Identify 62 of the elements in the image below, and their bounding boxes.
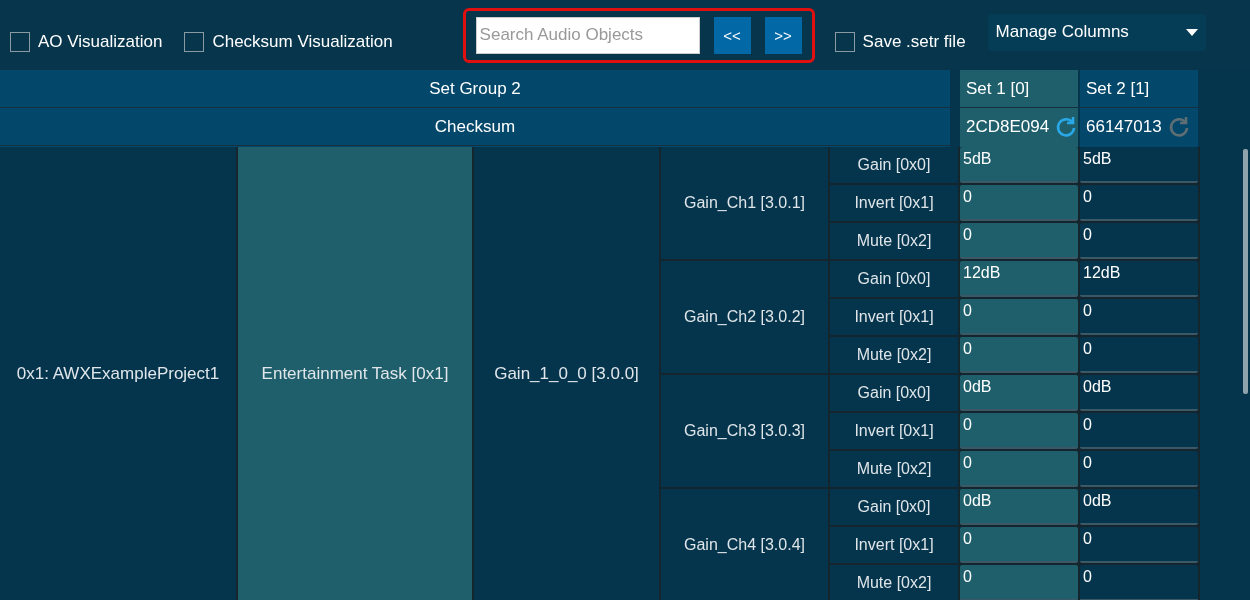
set-name: Set 2 [1] [1086, 78, 1150, 99]
parameter-cell: Gain [0x0] [830, 147, 958, 183]
parameter-cell: Gain [0x0] [830, 489, 958, 525]
set-name: Set 1 [0] [966, 78, 1030, 99]
value-field[interactable]: 0 [1080, 223, 1198, 259]
value-field[interactable]: 0 [1080, 451, 1198, 487]
value-field[interactable]: 0 [960, 527, 1078, 563]
search-field[interactable]: Search Audio Objects [475, 16, 700, 54]
dropdown-caret-icon [1185, 28, 1198, 36]
value-field[interactable]: 0 [1080, 337, 1198, 373]
parameter-cell: Mute [0x2] [830, 337, 958, 373]
parameter-cell: Invert [0x1] [830, 527, 958, 563]
set-column-header[interactable]: Set 1 [0] 2CD8E094 [960, 70, 1078, 147]
checksum-value: 2CD8E094 [966, 117, 1050, 137]
checksum-value: 66147013 [1086, 117, 1162, 137]
value-field[interactable]: 12dB [1080, 261, 1198, 297]
value-field[interactable]: 0 [1080, 565, 1198, 600]
parameter-cell: Mute [0x2] [830, 223, 958, 259]
value-field[interactable]: 0 [1080, 527, 1198, 563]
nav-button[interactable]: >> [764, 16, 802, 54]
checkbox[interactable] [10, 32, 30, 52]
value-field[interactable]: 0dB [960, 375, 1078, 411]
parameter-cell: Invert [0x1] [830, 185, 958, 221]
project-cell: 0x1: AWXExampleProject1 [0, 147, 236, 600]
manage-columns-dropdown[interactable]: Manage Columns [987, 13, 1206, 51]
module-cell: Gain_1_0_0 [3.0.0] [474, 147, 659, 600]
checkbox-label: AO Visualization [38, 32, 163, 52]
parameter-cell: Mute [0x2] [830, 565, 958, 600]
value-field[interactable]: 0 [960, 451, 1078, 487]
checkbox[interactable] [184, 32, 205, 52]
value-field[interactable]: 0 [960, 413, 1078, 449]
parameter-cell: Invert [0x1] [830, 413, 958, 449]
checkbox-label: Save .setr file [862, 32, 966, 52]
task-cell: Entertainment Task [0x1] [238, 147, 472, 600]
value-field[interactable]: 5dB [960, 147, 1078, 183]
value-field[interactable]: 0dB [1080, 375, 1198, 411]
parameter-cell: Gain [0x0] [830, 261, 958, 297]
value-field[interactable]: 0dB [960, 489, 1078, 525]
checkbox-label: Checksum Visualization [212, 32, 393, 52]
channel-cell: Gain_Ch3 [3.0.3] [661, 375, 828, 487]
value-field[interactable]: 0 [960, 185, 1078, 221]
parameter-cell: Invert [0x1] [830, 299, 958, 335]
set-column-header[interactable]: Set 2 [1] 66147013 [1080, 70, 1198, 147]
value-field[interactable]: 12dB [960, 261, 1078, 297]
value-field[interactable]: 0 [1080, 299, 1198, 335]
value-field[interactable]: 0 [1080, 413, 1198, 449]
value-field[interactable]: 0 [960, 223, 1078, 259]
nav-button[interactable]: << [713, 16, 751, 54]
parameter-cell: Mute [0x2] [830, 451, 958, 487]
scrollbar[interactable] [1243, 149, 1248, 394]
channel-cell: Gain_Ch1 [3.0.1] [661, 147, 828, 259]
value-field[interactable]: 0dB [1080, 489, 1198, 525]
value-field[interactable]: 0 [960, 565, 1078, 600]
checkbox[interactable] [834, 32, 855, 52]
refresh-icon[interactable] [1055, 116, 1078, 138]
value-field[interactable]: 0 [1080, 185, 1198, 221]
channel-cell: Gain_Ch4 [3.0.4] [661, 489, 828, 600]
parameter-cell: Gain [0x0] [830, 375, 958, 411]
value-field[interactable]: 0 [960, 337, 1078, 373]
value-field[interactable]: 5dB [1080, 147, 1198, 183]
channel-cell: Gain_Ch2 [3.0.2] [661, 261, 828, 373]
value-field[interactable]: 0 [960, 299, 1078, 335]
